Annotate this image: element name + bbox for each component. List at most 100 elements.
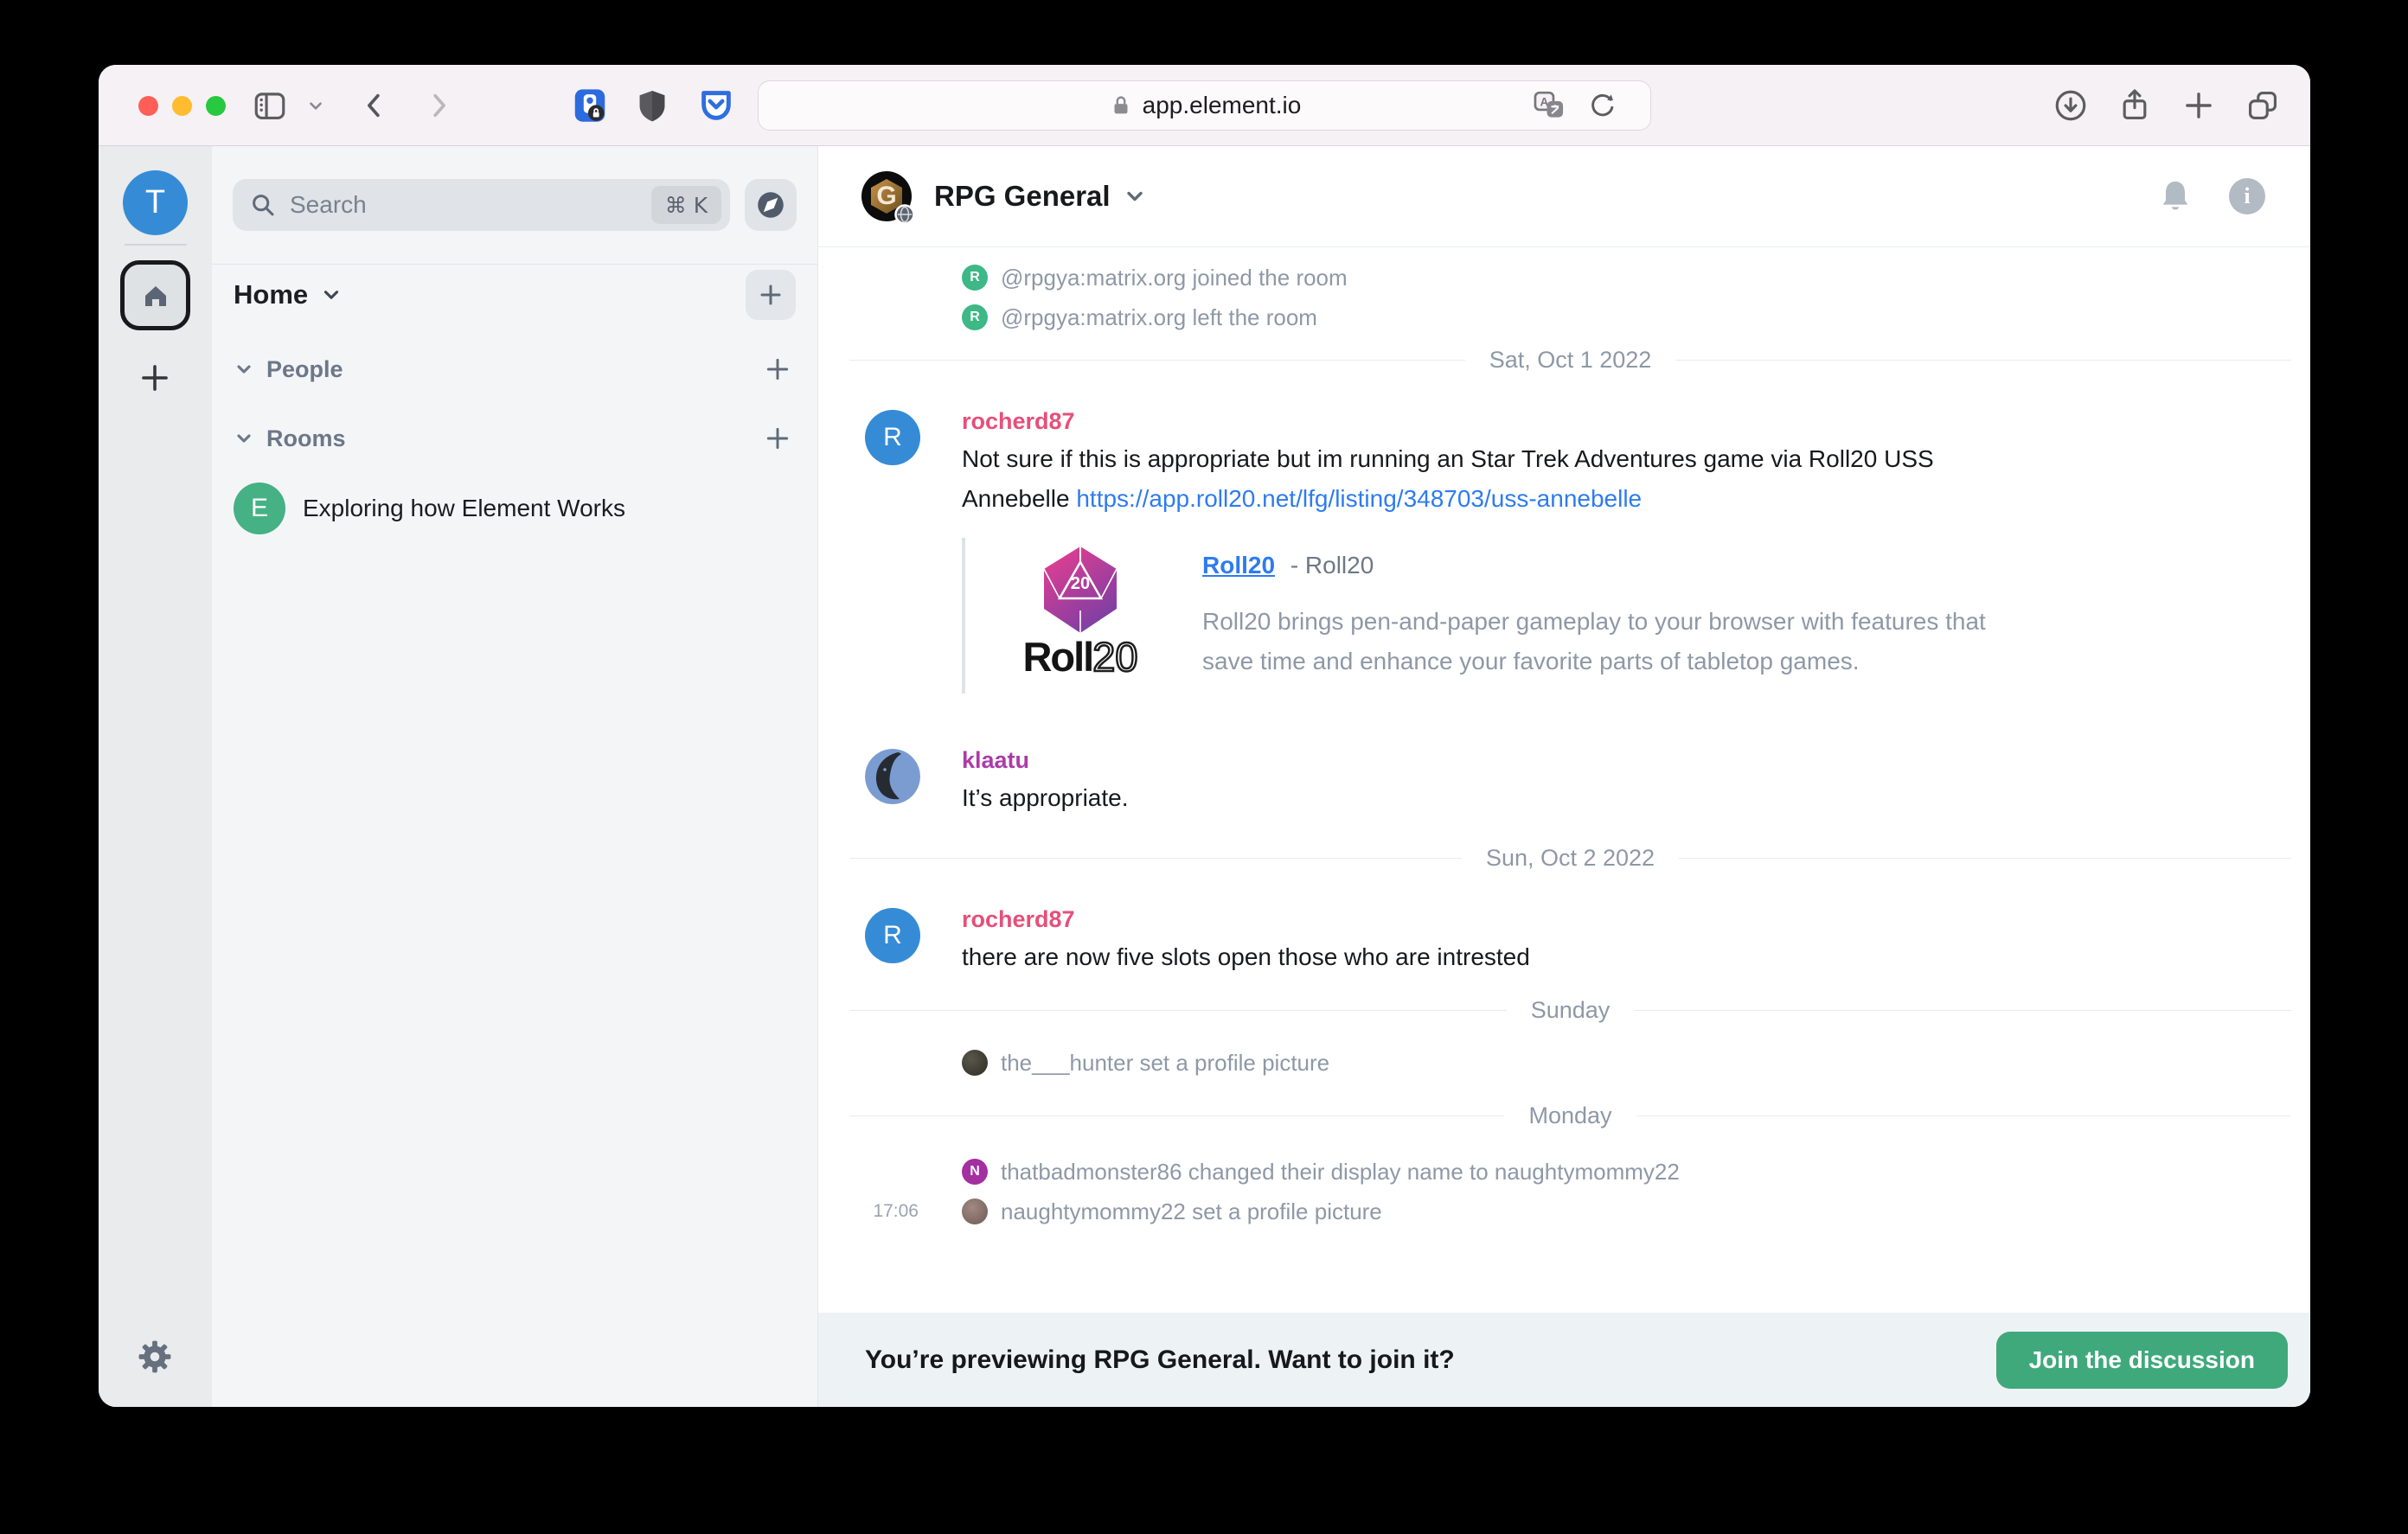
member-avatar (962, 1050, 988, 1076)
zoom-window-button[interactable] (206, 96, 226, 116)
collapse-chevron-icon[interactable] (234, 359, 254, 380)
date-separator: Sun, Oct 2 2022 (818, 835, 2310, 880)
share-button[interactable] (2114, 85, 2155, 126)
sidebar-chevron-down-icon[interactable] (303, 85, 329, 126)
minimize-window-button[interactable] (172, 96, 192, 116)
date-separator: Monday (818, 1093, 2310, 1138)
home-space-button[interactable] (120, 260, 190, 330)
message-body: It’s appropriate. (962, 778, 2310, 818)
panel-divider (212, 264, 817, 265)
section-rooms[interactable]: Rooms (212, 417, 817, 460)
collapse-chevron-icon[interactable] (234, 428, 254, 449)
sender-avatar[interactable]: R (865, 410, 920, 465)
create-space-button[interactable] (134, 357, 176, 399)
tab-overview-button[interactable] (2242, 85, 2283, 126)
sender-name[interactable]: rocherd87 (962, 403, 2310, 439)
message-text: Annebelle (962, 485, 1076, 512)
sender-avatar[interactable] (865, 749, 920, 804)
compass-icon (754, 189, 787, 221)
add-people-button[interactable] (764, 355, 791, 383)
section-rooms-label: Rooms (266, 425, 346, 452)
preview-description: Roll20 brings pen-and-paper gameplay to … (1202, 602, 2020, 681)
roll20-logo: 20 Roll20 (998, 545, 1162, 681)
search-input[interactable] (290, 191, 651, 219)
space-header[interactable]: Home (212, 267, 817, 323)
member-avatar: R (962, 304, 988, 330)
room-list-panel: ⌘ K Home People (212, 146, 818, 1407)
shield-extension-icon[interactable] (631, 85, 673, 126)
space-chevron-down-icon[interactable] (320, 284, 343, 306)
timeline-event[interactable]: R @rpgya:matrix.org joined the room (818, 258, 2310, 297)
sender-name[interactable]: rocherd87 (962, 901, 2310, 937)
url-preview-card[interactable]: 20 Roll20 Roll20 - Roll20 Roll20 brings … (962, 538, 2310, 693)
timeline-event[interactable]: the___hunter set a profile picture (818, 1043, 2310, 1083)
room-preview-bar: You’re previewing RPG General. Want to j… (818, 1313, 2310, 1407)
room-item-name: Exploring how Element Works (303, 495, 625, 522)
address-bar[interactable]: app.element.io A (758, 80, 1651, 131)
message-body: there are now five slots open those who … (962, 937, 2310, 977)
roll20-wordmark: Roll20 (1022, 635, 1137, 680)
room-header-avatar[interactable]: G (861, 171, 912, 221)
notifications-bell-icon[interactable] (2156, 177, 2194, 215)
preview-site-name: - Roll20 (1290, 552, 1374, 578)
close-window-button[interactable] (138, 96, 158, 116)
event-text: naughtymommy22 set a profile picture (1001, 1198, 1382, 1225)
message-timeline[interactable]: R @rpgya:matrix.org joined the room R @r… (818, 247, 2310, 1313)
forward-button[interactable] (417, 85, 458, 126)
message-group[interactable]: R rocherd87 Not sure if this is appropri… (818, 403, 2310, 519)
date-text: Sun, Oct 2 2022 (1486, 845, 1655, 872)
reload-icon[interactable] (1586, 81, 1617, 130)
section-people[interactable]: People (212, 348, 817, 391)
space-rail: T (99, 146, 212, 1407)
explore-rooms-button[interactable] (745, 179, 797, 231)
room-info-icon[interactable]: i (2229, 178, 2265, 214)
message-link[interactable]: https://app.roll20.net/lfg/listing/34870… (1076, 485, 1642, 512)
join-discussion-button[interactable]: Join the discussion (1996, 1332, 2288, 1389)
settings-button[interactable] (134, 1336, 176, 1377)
member-avatar: R (962, 265, 988, 291)
browser-toolbar: app.element.io A (99, 65, 2310, 146)
member-avatar: N (962, 1159, 988, 1185)
sender-avatar[interactable]: R (865, 908, 920, 963)
rail-divider (125, 244, 187, 246)
new-tab-button[interactable] (2178, 85, 2219, 126)
message-body: Not sure if this is appropriate but im r… (962, 439, 2310, 519)
room-avatar: E (234, 483, 285, 534)
event-text: @rpgya:matrix.org joined the room (1001, 265, 1348, 291)
message-group[interactable]: R rocherd87 there are now five slots ope… (818, 901, 2310, 977)
browser-window: app.element.io A T (99, 65, 2310, 1407)
room-title[interactable]: RPG General (934, 180, 1111, 213)
chat-main: G RPG General i R (818, 146, 2310, 1407)
downloads-button[interactable] (2050, 85, 2091, 126)
timeline-event[interactable]: 17:06 naughtymommy22 set a profile pictu… (818, 1192, 2310, 1231)
app-content: T (99, 146, 2310, 1407)
room-header: G RPG General i (818, 146, 2310, 247)
gear-icon (135, 1337, 175, 1377)
back-button[interactable] (355, 85, 396, 126)
room-title-chevron-down-icon[interactable] (1123, 184, 1147, 208)
member-avatar (962, 1198, 988, 1224)
sender-name[interactable]: klaatu (962, 742, 2310, 778)
event-timestamp: 17:06 (868, 1201, 919, 1222)
room-list-item[interactable]: E Exploring how Element Works (212, 482, 817, 535)
klaatu-avatar-art (865, 749, 920, 804)
add-button[interactable] (746, 270, 796, 320)
preview-title-link[interactable]: Roll20 (1202, 552, 1275, 578)
event-text: @rpgya:matrix.org left the room (1001, 304, 1317, 331)
password-manager-extension-icon[interactable] (569, 85, 611, 126)
search-shortcut-badge: ⌘ K (651, 186, 721, 224)
date-text: Monday (1528, 1103, 1611, 1129)
search-icon (250, 192, 276, 218)
message-group[interactable]: klaatu It’s appropriate. (818, 742, 2310, 818)
preview-bar-text: You’re previewing RPG General. Want to j… (865, 1345, 1455, 1375)
search-box[interactable]: ⌘ K (233, 179, 730, 231)
event-text: the___hunter set a profile picture (1001, 1050, 1329, 1077)
add-room-button[interactable] (764, 425, 791, 452)
preview-title: Roll20 - Roll20 (1202, 546, 2020, 585)
user-avatar[interactable]: T (123, 170, 188, 235)
sidebar-toggle-icon[interactable] (249, 85, 291, 126)
translate-icon[interactable]: A (1531, 81, 1567, 130)
timeline-event[interactable]: R @rpgya:matrix.org left the room (818, 297, 2310, 337)
pocket-extension-icon[interactable] (695, 85, 737, 126)
timeline-event[interactable]: N thatbadmonster86 changed their display… (818, 1152, 2310, 1192)
